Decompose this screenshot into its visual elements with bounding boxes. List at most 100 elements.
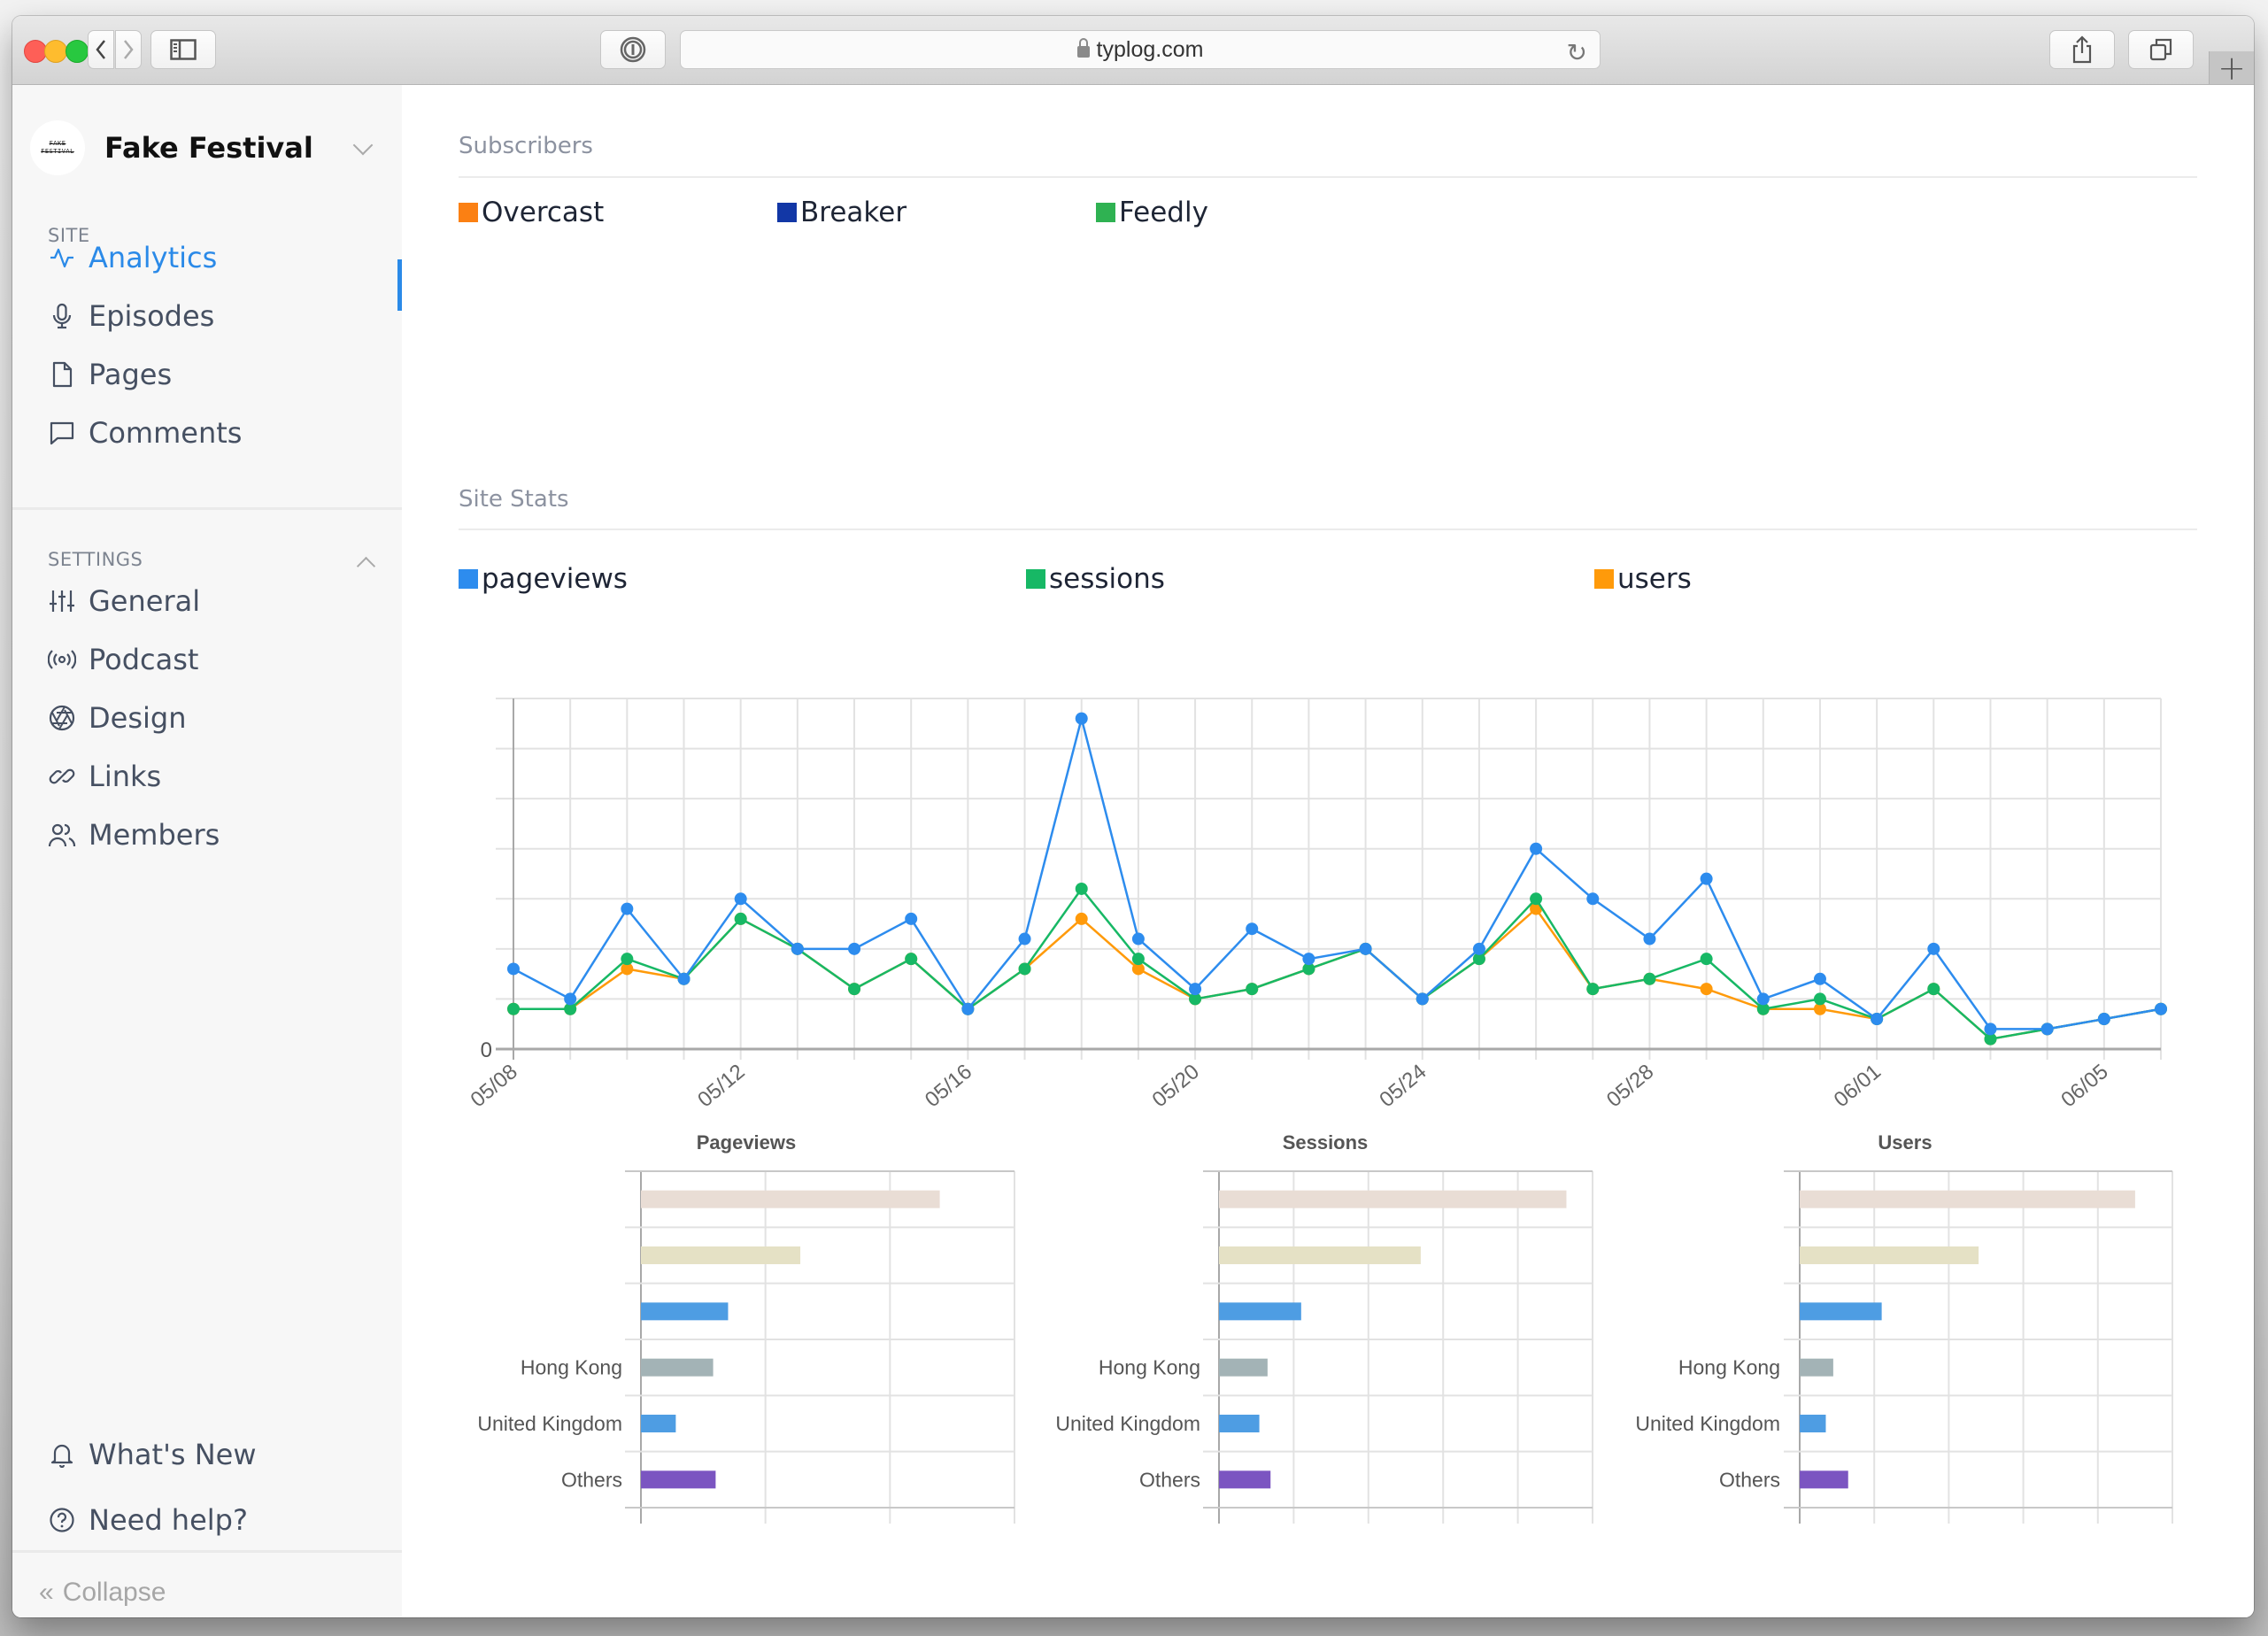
double-chevron-left-icon: « bbox=[39, 1578, 54, 1607]
sidebar-item-label: Design bbox=[89, 701, 187, 735]
bar-chart-title: Sessions bbox=[1283, 1131, 1369, 1154]
sidebar-item-comments[interactable]: Comments bbox=[48, 411, 393, 455]
bell-icon bbox=[48, 1440, 76, 1469]
back-button[interactable] bbox=[88, 30, 114, 69]
bar bbox=[1219, 1358, 1268, 1377]
microphone-icon bbox=[48, 302, 76, 330]
x-tick-label: 05/24 bbox=[1375, 1060, 1431, 1112]
collapse-label: Collapse bbox=[62, 1578, 166, 1607]
data-point bbox=[734, 892, 747, 906]
data-point bbox=[734, 912, 747, 925]
data-point bbox=[1700, 872, 1713, 885]
data-point bbox=[1075, 912, 1088, 925]
bar-category-label: Hong Kong bbox=[1678, 1356, 1780, 1379]
collapse-button[interactable]: « Collapse bbox=[39, 1578, 166, 1608]
sidebar-item-members[interactable]: Members bbox=[48, 813, 393, 857]
data-point bbox=[1871, 1013, 1884, 1026]
reload-icon[interactable]: ↻ bbox=[1567, 38, 1587, 67]
sidebar-item-label: Comments bbox=[89, 416, 243, 450]
data-point bbox=[1018, 932, 1031, 945]
bar bbox=[1219, 1302, 1301, 1321]
sidebar-item-label: Members bbox=[89, 818, 220, 852]
sidebar-item-whats-new[interactable]: What's New bbox=[48, 1432, 393, 1477]
forward-button[interactable] bbox=[115, 30, 142, 69]
bar-category-label: Hong Kong bbox=[1099, 1356, 1200, 1379]
minimize-window-button[interactable] bbox=[44, 40, 67, 63]
y-tick-label: 0 bbox=[481, 1038, 492, 1062]
data-point bbox=[905, 953, 918, 966]
lock-icon bbox=[1076, 37, 1090, 58]
data-point bbox=[1075, 882, 1088, 895]
data-point bbox=[848, 942, 861, 955]
data-point bbox=[1586, 983, 1600, 996]
bar-chart-users: Users Hong Kong United Kingdom Others bbox=[1635, 1131, 2173, 1524]
chevron-up-icon[interactable] bbox=[356, 556, 376, 576]
new-tab-button[interactable]: + bbox=[2209, 49, 2254, 88]
data-point bbox=[1359, 942, 1372, 955]
bar-category-label: Others bbox=[561, 1468, 622, 1491]
sidebar-item-links[interactable]: Links bbox=[48, 754, 393, 799]
sidebar-item-label: Pages bbox=[89, 358, 173, 391]
data-point bbox=[1984, 1023, 1997, 1036]
share-icon bbox=[2072, 35, 2092, 64]
data-point bbox=[1586, 892, 1600, 906]
address-bar[interactable]: typlog.com ↻ bbox=[680, 30, 1601, 69]
sidebar-footer-divider bbox=[12, 1550, 402, 1553]
bar bbox=[1800, 1358, 1833, 1377]
x-tick-label: 05/16 bbox=[921, 1060, 976, 1112]
sidebar-item-analytics[interactable]: Analytics bbox=[48, 235, 393, 280]
data-point bbox=[1472, 942, 1485, 955]
bar-chart-sessions: Sessions Hong Kong United Kingdom Others bbox=[1055, 1131, 1593, 1524]
site-stats-line-chart[interactable]: 005/08 05/12 05/16 05/20 05/24 05/28 06/01 06/0… bbox=[402, 85, 2254, 1617]
sidebar-item-general[interactable]: General bbox=[48, 579, 393, 623]
sidebar-toggle-button[interactable] bbox=[150, 30, 216, 69]
data-point bbox=[791, 942, 804, 955]
data-point bbox=[1416, 992, 1429, 1006]
data-point bbox=[1131, 932, 1145, 945]
url-text: typlog.com bbox=[1096, 36, 1204, 62]
bar-chart-title: Users bbox=[1878, 1131, 1932, 1154]
data-point bbox=[1075, 712, 1088, 725]
series-pageviews bbox=[507, 712, 2167, 1036]
site-name: Fake Festival bbox=[104, 131, 313, 165]
aperture-icon bbox=[48, 704, 76, 732]
chevron-right-icon bbox=[124, 40, 134, 59]
data-point bbox=[1813, 992, 1826, 1006]
data-point bbox=[1813, 972, 1826, 985]
site-switcher[interactable]: FAKE FESTIVAL Fake Festival bbox=[30, 120, 313, 175]
bar bbox=[1219, 1415, 1260, 1432]
sidebar-item-need-help[interactable]: Need help? bbox=[48, 1498, 393, 1542]
x-tick-label: 05/20 bbox=[1148, 1060, 1204, 1112]
series-line-sessions bbox=[513, 886, 2162, 1041]
password-manager-button[interactable] bbox=[600, 30, 666, 69]
sidebar-item-episodes[interactable]: Episodes bbox=[48, 294, 393, 338]
tabs-overview-button[interactable] bbox=[2128, 30, 2194, 69]
x-tick-label: 05/28 bbox=[1602, 1060, 1658, 1112]
sidebar-item-label: General bbox=[89, 584, 201, 618]
sidebar-item-label: Podcast bbox=[89, 643, 199, 676]
sidebar-item-label: Links bbox=[89, 760, 162, 793]
sidebar-item-podcast[interactable]: Podcast bbox=[48, 637, 393, 682]
data-point bbox=[905, 912, 918, 925]
x-tick-label: 05/08 bbox=[466, 1060, 521, 1112]
site-logo: FAKE FESTIVAL bbox=[30, 120, 85, 175]
bar bbox=[1800, 1470, 1848, 1489]
browser-toolbar: typlog.com ↻ + bbox=[12, 16, 2254, 88]
data-point bbox=[1246, 983, 1259, 996]
sidebar-item-design[interactable]: Design bbox=[48, 696, 393, 740]
chevron-down-icon[interactable] bbox=[352, 135, 374, 156]
share-button[interactable] bbox=[2049, 30, 2115, 69]
bar bbox=[1800, 1302, 1882, 1321]
plus-icon: + bbox=[2218, 48, 2246, 88]
sidebar-item-label: Need help? bbox=[89, 1503, 248, 1537]
sidebar-item-pages[interactable]: Pages bbox=[48, 352, 393, 397]
data-point bbox=[2097, 1013, 2110, 1026]
main-content: Subscribers Overcast Breaker Feedly Site… bbox=[402, 85, 2254, 1617]
sidebar-divider bbox=[12, 507, 402, 510]
data-point bbox=[1189, 983, 1202, 996]
data-point bbox=[1643, 932, 1656, 945]
data-point bbox=[564, 992, 577, 1006]
bar-category-label: United Kingdom bbox=[477, 1412, 622, 1435]
bar-category-label: Others bbox=[1139, 1468, 1200, 1491]
zoom-window-button[interactable] bbox=[66, 40, 89, 63]
